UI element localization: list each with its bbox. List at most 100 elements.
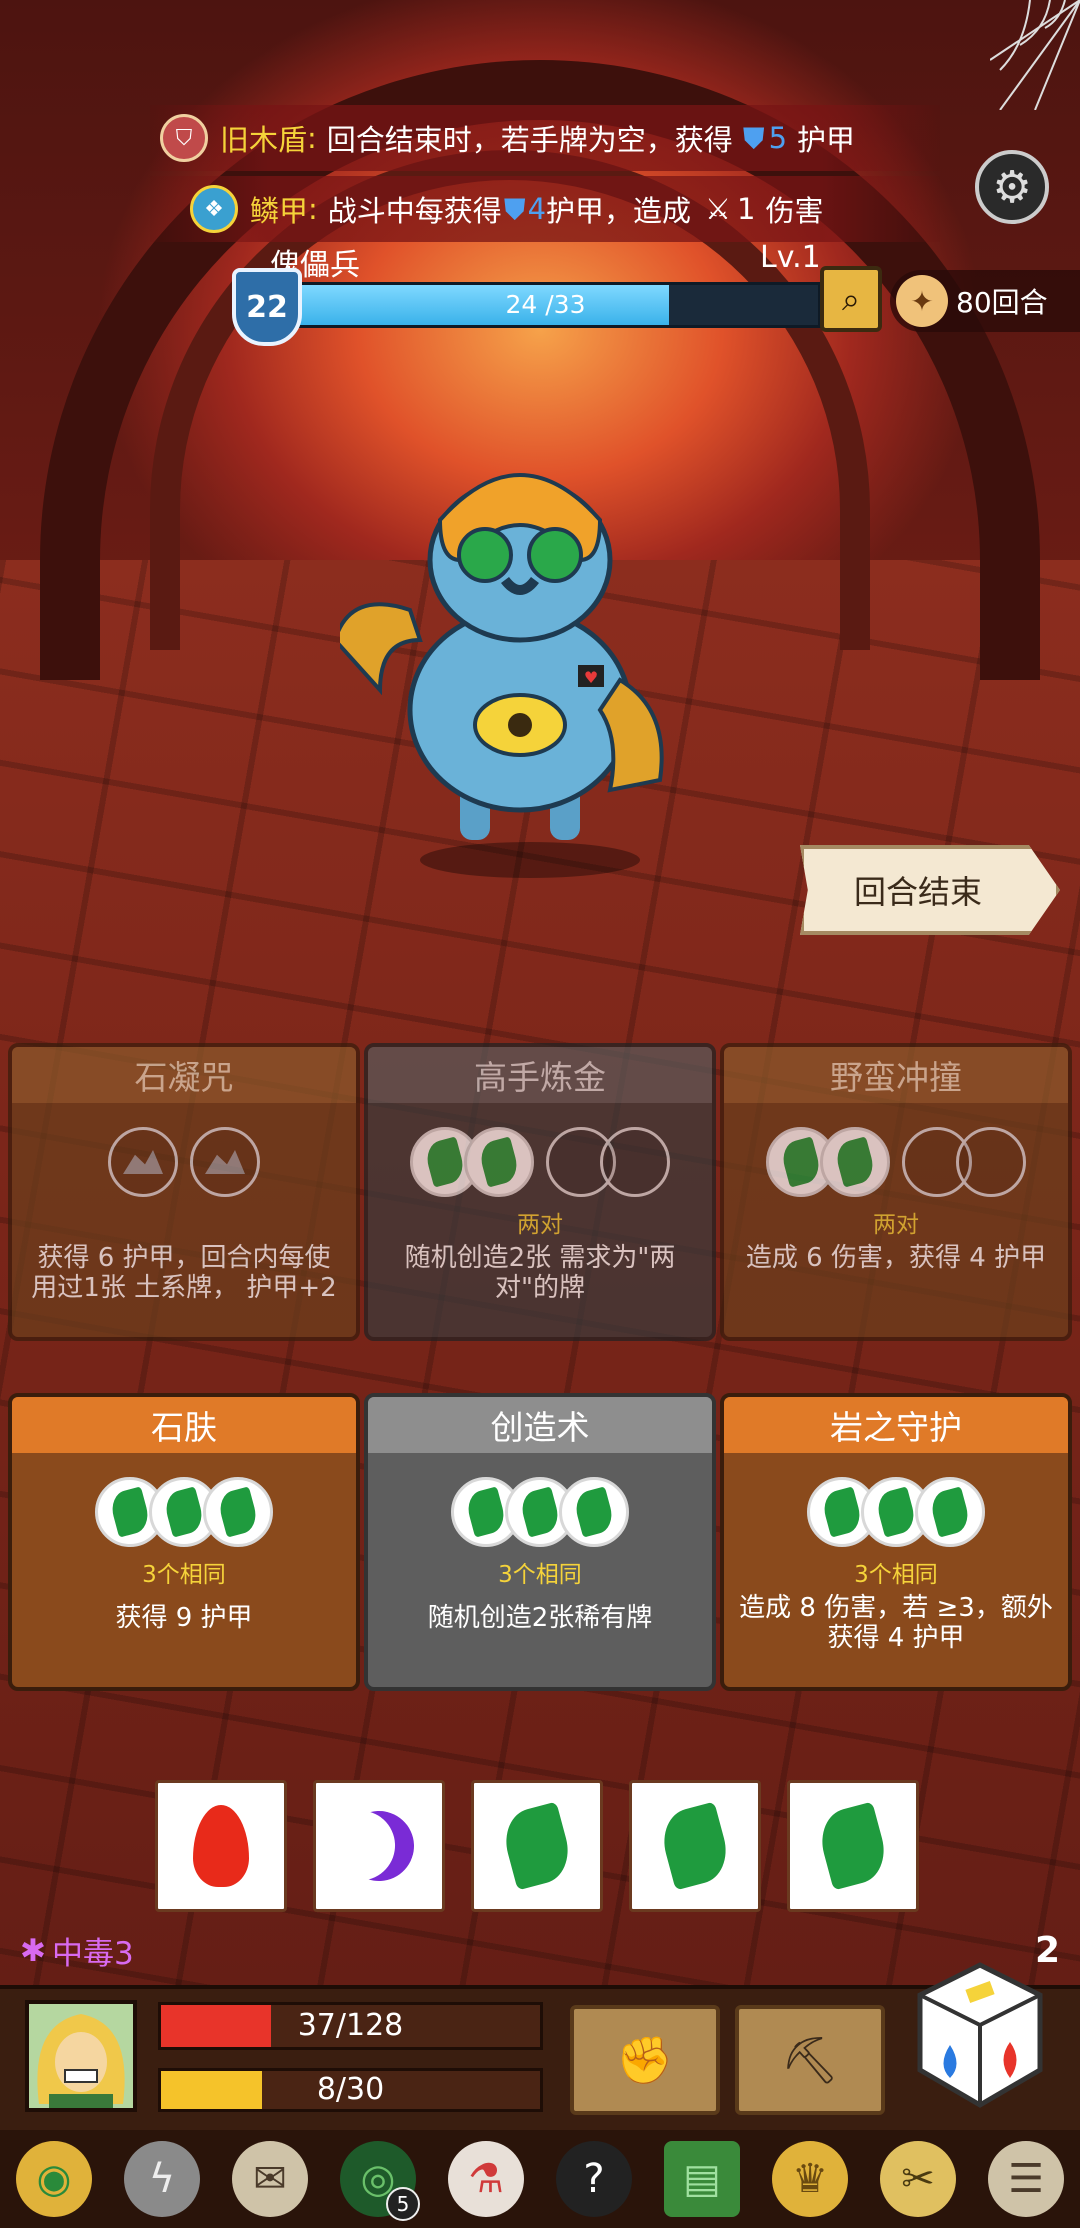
- card-stone-skin[interactable]: 石肤 3个相同 获得 9 护甲: [8, 1393, 360, 1691]
- die-fire[interactable]: [155, 1780, 287, 1912]
- enemy-level: Lv.1: [760, 240, 821, 275]
- end-turn-label: 回合结束: [853, 873, 982, 911]
- scroll-icon[interactable]: ✉: [232, 2141, 308, 2217]
- buff-unit: 护甲，造成: [546, 194, 692, 228]
- die-leaf[interactable]: [471, 1780, 603, 1912]
- card-slots: [724, 1127, 1068, 1199]
- card-requirement: 3个相同: [498, 1562, 582, 1588]
- mystery-hat-icon[interactable]: ?: [556, 2141, 632, 2217]
- die-leaf[interactable]: [787, 1780, 919, 1912]
- buff-scale-armor[interactable]: ❖ 鳞甲 : 战斗中每获得 ⛊ 4 护甲，造成 ⚔ 1 伤害: [190, 185, 824, 233]
- card-creation[interactable]: 创造术 3个相同 随机创造2张稀有牌: [364, 1393, 716, 1691]
- card-desc: 造成 8 伤害，若 ≥3，额外获得 4 护甲: [739, 1593, 1053, 1653]
- buff-unit: 伤害: [765, 194, 824, 228]
- die-moon[interactable]: [313, 1780, 445, 1912]
- lightning-orb-icon[interactable]: ϟ: [124, 2141, 200, 2217]
- player-avatar[interactable]: [25, 2000, 137, 2112]
- card-title: 岩之守护: [724, 1397, 1068, 1453]
- settings-gear-icon[interactable]: ⚙: [975, 150, 1049, 224]
- enemy-intent-icon[interactable]: ⌕: [820, 266, 882, 332]
- relic-ring-icon[interactable]: ◉: [16, 2141, 92, 2217]
- leaf-icon: [517, 1486, 563, 1538]
- round-counter: ✦ 80回合: [890, 270, 1080, 332]
- card-master-alchemy[interactable]: 高手炼金 两对 随机创造2张 需求为"两对"的牌: [364, 1043, 716, 1341]
- leaf-slot: [203, 1477, 273, 1547]
- leaf-icon: [463, 1486, 509, 1538]
- buff-unit: 护甲: [797, 123, 856, 157]
- poison-status[interactable]: ✱ 中毒3: [20, 1928, 134, 1973]
- svg-text:♥: ♥: [584, 668, 598, 687]
- card-requirement: [12, 1205, 356, 1235]
- card-savage-charge[interactable]: 野蛮冲撞 两对 造成 6 伤害，获得 4 护甲: [720, 1043, 1072, 1341]
- leaf-icon: [107, 1486, 153, 1538]
- card-rock-guard[interactable]: 岩之守护 3个相同 造成 8 伤害，若 ≥3，额外获得 4 护甲: [720, 1393, 1072, 1691]
- leaf-icon: [422, 1136, 468, 1188]
- hero-portrait-icon: [29, 2004, 133, 2108]
- enemy-armor-shield: 22: [232, 268, 302, 346]
- dice-hand: [155, 1780, 945, 1912]
- wreath-icon[interactable]: ◎ 5: [340, 2141, 420, 2221]
- card-requirement: 两对: [873, 1212, 919, 1238]
- leaf-slot: [559, 1477, 629, 1547]
- leaf-slot: [820, 1127, 890, 1197]
- round-text: 80回合: [956, 286, 1048, 319]
- end-turn-button[interactable]: 回合结束: [800, 845, 1060, 935]
- potion-jar-icon[interactable]: ⚗: [448, 2141, 524, 2217]
- leaf-icon: [819, 1486, 865, 1538]
- card-slots: [368, 1127, 712, 1199]
- armor-icon: ⛊: [742, 120, 765, 155]
- leaf-icon: [571, 1486, 617, 1538]
- moon-icon: [334, 1801, 424, 1891]
- earth-slot: [108, 1127, 178, 1197]
- reroll-count: 2: [1035, 1930, 1061, 1971]
- buff-desc: 战斗中每获得: [327, 194, 502, 228]
- reroll-die-icon[interactable]: [915, 1960, 1045, 2110]
- leaf-slot: [915, 1477, 985, 1547]
- buff-value: 4: [527, 192, 547, 226]
- buff-value: 5: [768, 121, 788, 155]
- card-desc: 造成 6 伤害，获得 4 护甲: [745, 1243, 1047, 1273]
- leaf-icon: [832, 1136, 878, 1188]
- card-title: 石肤: [12, 1397, 356, 1453]
- leaf-icon: [778, 1136, 824, 1188]
- helmet-icon[interactable]: ♛: [772, 2141, 848, 2217]
- leaf-icon: [498, 1801, 576, 1891]
- fire-icon: [193, 1805, 249, 1887]
- card-title: 野蛮冲撞: [724, 1047, 1068, 1103]
- player-hp-bar: 37/128: [158, 2002, 543, 2050]
- rock-icon: [123, 1150, 163, 1174]
- sword-icon: ⚔: [705, 192, 732, 226]
- leaf-slot: [464, 1127, 534, 1197]
- empty-slot: [600, 1127, 670, 1197]
- die-leaf[interactable]: [629, 1780, 761, 1912]
- card-slots: [368, 1477, 712, 1549]
- card-slots: [12, 1477, 356, 1549]
- map-scroll-icon[interactable]: ☰: [988, 2141, 1064, 2217]
- player-energy-bar: 8/30: [158, 2068, 543, 2112]
- scale-armor-icon: ❖: [190, 185, 238, 233]
- buff-name: 旧木盾: [220, 123, 308, 157]
- spellbook-icon[interactable]: ▤: [664, 2141, 740, 2217]
- buff-old-wood-shield[interactable]: ⛉ 旧木盾 : 回合结束时，若手牌为空，获得 ⛊ 5 护甲: [160, 114, 855, 162]
- buff-desc: 回合结束时，若手牌为空，获得: [326, 123, 733, 157]
- golem-soldier-enemy[interactable]: ♥: [340, 450, 740, 880]
- claw-icon[interactable]: ✂: [880, 2141, 956, 2217]
- leaf-icon: [873, 1486, 919, 1538]
- leaf-icon: [476, 1136, 522, 1188]
- wood-shield-icon: ⛉: [160, 114, 208, 162]
- buff-name: 鳞甲: [250, 194, 309, 228]
- enemy-armor-value: 22: [246, 289, 288, 325]
- card-desc: 随机创造2张稀有牌: [427, 1603, 653, 1633]
- card-requirement: 两对: [517, 1212, 563, 1238]
- skill-dig[interactable]: ⛏: [735, 2005, 885, 2115]
- card-desc: 获得 9 护甲: [115, 1603, 253, 1633]
- card-title: 创造术: [368, 1397, 712, 1453]
- leaf-icon: [656, 1801, 734, 1891]
- card-slots: [12, 1127, 356, 1199]
- card-title: 石凝咒: [12, 1047, 356, 1103]
- skill-spiked-fist[interactable]: ✊: [570, 2005, 720, 2115]
- card-stone-spell[interactable]: 石凝咒 获得 6 护甲，回合内每使用过1张 土系牌， 护甲+2: [8, 1043, 360, 1341]
- leaf-icon: [161, 1486, 207, 1538]
- leaf-icon: [927, 1486, 973, 1538]
- battle-scene: ⛉ 旧木盾 : 回合结束时，若手牌为空，获得 ⛊ 5 护甲 ❖ 鳞甲 : 战斗中…: [0, 0, 1080, 2228]
